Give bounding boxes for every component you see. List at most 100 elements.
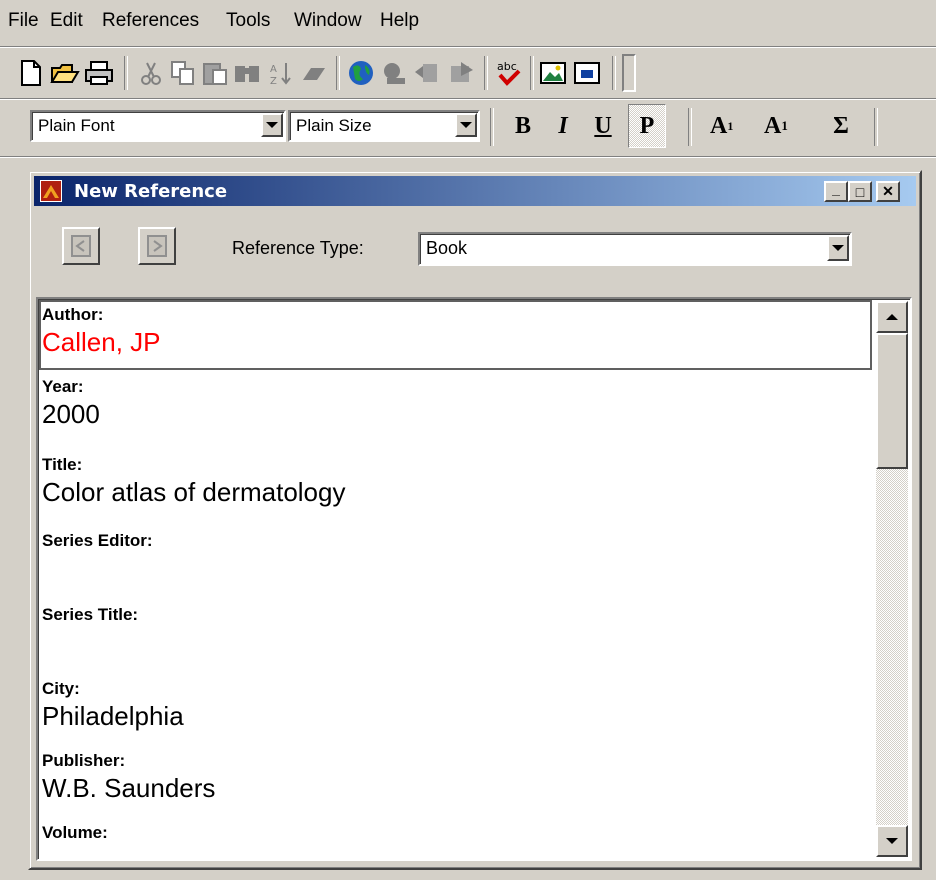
bold-button[interactable]: B	[508, 104, 538, 148]
field-label: Author:	[42, 305, 104, 324]
toolbar-separator	[490, 108, 494, 146]
field-publisher[interactable]: Publisher: W.B. Saunders	[42, 751, 870, 805]
field-label: City:	[42, 679, 80, 698]
toolbar-separator	[530, 56, 534, 90]
svg-text:A: A	[270, 64, 277, 75]
field-series-title[interactable]: Series Title:	[42, 605, 870, 659]
print-icon[interactable]	[84, 58, 114, 88]
series-editor-value[interactable]	[42, 551, 870, 585]
subscript-mark: 1	[781, 118, 788, 133]
toolbar-divider-highlight	[0, 99, 936, 100]
reference-type-select[interactable]: Book	[418, 232, 852, 266]
close-button[interactable]: ✕	[876, 181, 900, 202]
menu-help[interactable]: Help	[380, 10, 419, 32]
paste-icon[interactable]	[200, 58, 230, 88]
size-select[interactable]: Plain Size	[288, 110, 480, 142]
font-select-value: Plain Font	[38, 116, 115, 135]
sort-icon[interactable]: AZ	[266, 58, 296, 88]
subscript-button[interactable]: A1	[764, 104, 804, 148]
next-reference-icon	[147, 235, 167, 257]
chevron-down-icon	[266, 122, 278, 128]
toolbar-separator	[874, 108, 878, 146]
toolbar-separator	[612, 56, 616, 90]
toolbar-separator	[688, 108, 692, 146]
field-year[interactable]: Year: 2000	[42, 377, 870, 431]
superscript-mark: 1	[727, 118, 734, 133]
svg-text:Z: Z	[270, 76, 277, 86]
menu-edit[interactable]: Edit	[50, 10, 83, 32]
font-select[interactable]: Plain Font	[30, 110, 286, 142]
spellcheck-icon[interactable]: abc	[494, 58, 524, 88]
toolbar-separator	[124, 56, 128, 90]
italic-button[interactable]: I	[548, 104, 578, 148]
maximize-icon: □	[855, 183, 865, 200]
copy-icon[interactable]	[168, 58, 198, 88]
search-online-icon[interactable]	[380, 58, 410, 88]
format-bibliography-icon[interactable]	[446, 58, 476, 88]
eraser-icon[interactable]	[298, 58, 328, 88]
menu-file[interactable]: File	[8, 10, 39, 32]
globe-icon[interactable]	[346, 58, 376, 88]
window-titlebar[interactable]: New Reference _ □ ✕	[34, 176, 916, 206]
year-value[interactable]: 2000	[42, 397, 870, 431]
field-series-editor[interactable]: Series Editor:	[42, 531, 870, 585]
size-dropdown-button[interactable]	[455, 113, 477, 137]
city-value[interactable]: Philadelphia	[42, 699, 870, 733]
symbol-button[interactable]: Σ	[826, 104, 856, 148]
superscript-button[interactable]: A1	[710, 104, 750, 148]
title-value[interactable]: Color atlas of dermatology	[42, 475, 870, 509]
menu-references[interactable]: References	[102, 10, 199, 32]
subscript-base: A	[764, 112, 782, 139]
find-icon[interactable]	[232, 58, 262, 88]
toolbar-separator	[484, 56, 488, 90]
toolbar-divider-highlight	[0, 157, 936, 158]
field-label: Title:	[42, 455, 83, 474]
minimize-button[interactable]: _	[824, 181, 848, 202]
series-title-value[interactable]	[42, 625, 870, 659]
scroll-up-button[interactable]	[876, 301, 908, 333]
publisher-value[interactable]: W.B. Saunders	[42, 771, 870, 805]
chevron-down-icon	[886, 838, 898, 844]
open-folder-icon[interactable]	[50, 58, 80, 88]
vertical-scrollbar[interactable]	[876, 301, 908, 857]
maximize-button[interactable]: □	[848, 181, 872, 202]
field-title[interactable]: Title: Color atlas of dermatology	[42, 455, 870, 509]
font-dropdown-button[interactable]	[261, 113, 283, 137]
standard-toolbar: AZ abc	[0, 48, 936, 98]
field-label: Year:	[42, 377, 84, 396]
plain-button[interactable]: P	[628, 104, 666, 148]
insert-object-icon[interactable]	[572, 58, 602, 88]
next-reference-button[interactable]	[138, 227, 176, 265]
previous-reference-button[interactable]	[62, 227, 100, 265]
previous-reference-icon	[71, 235, 91, 257]
field-label: Volume:	[42, 823, 108, 842]
cut-icon[interactable]	[136, 58, 166, 88]
minimize-icon: _	[832, 180, 840, 197]
field-label: Series Title:	[42, 605, 139, 624]
insert-citation-icon[interactable]	[412, 58, 442, 88]
superscript-base: A	[710, 112, 728, 139]
scroll-down-button[interactable]	[876, 825, 908, 857]
underline-button[interactable]: U	[588, 104, 618, 148]
new-document-icon[interactable]	[16, 58, 46, 88]
new-reference-window: New Reference _ □ ✕ Reference Type: Book…	[28, 170, 922, 870]
scroll-thumb[interactable]	[876, 333, 908, 469]
menu-tools[interactable]: Tools	[226, 10, 270, 32]
window-title: New Reference	[74, 181, 228, 202]
field-volume[interactable]: Volume:	[42, 823, 870, 843]
chevron-down-icon	[832, 245, 844, 251]
author-value[interactable]: Callen, JP	[42, 325, 870, 359]
app-logo-icon	[40, 180, 62, 202]
menu-window[interactable]: Window	[294, 10, 362, 32]
close-icon: ✕	[882, 183, 894, 199]
insert-picture-icon[interactable]	[538, 58, 568, 88]
field-author[interactable]: Author: Callen, JP	[42, 305, 870, 359]
field-label: Series Editor:	[42, 531, 153, 550]
field-city[interactable]: City: Philadelphia	[42, 679, 870, 733]
toolbar-separator	[336, 56, 340, 90]
reference-type-dropdown-button[interactable]	[827, 235, 849, 261]
reference-type-label: Reference Type:	[232, 238, 364, 258]
size-select-value: Plain Size	[296, 116, 372, 135]
field-label: Publisher:	[42, 751, 126, 770]
toolbar-overflow[interactable]	[622, 54, 636, 92]
